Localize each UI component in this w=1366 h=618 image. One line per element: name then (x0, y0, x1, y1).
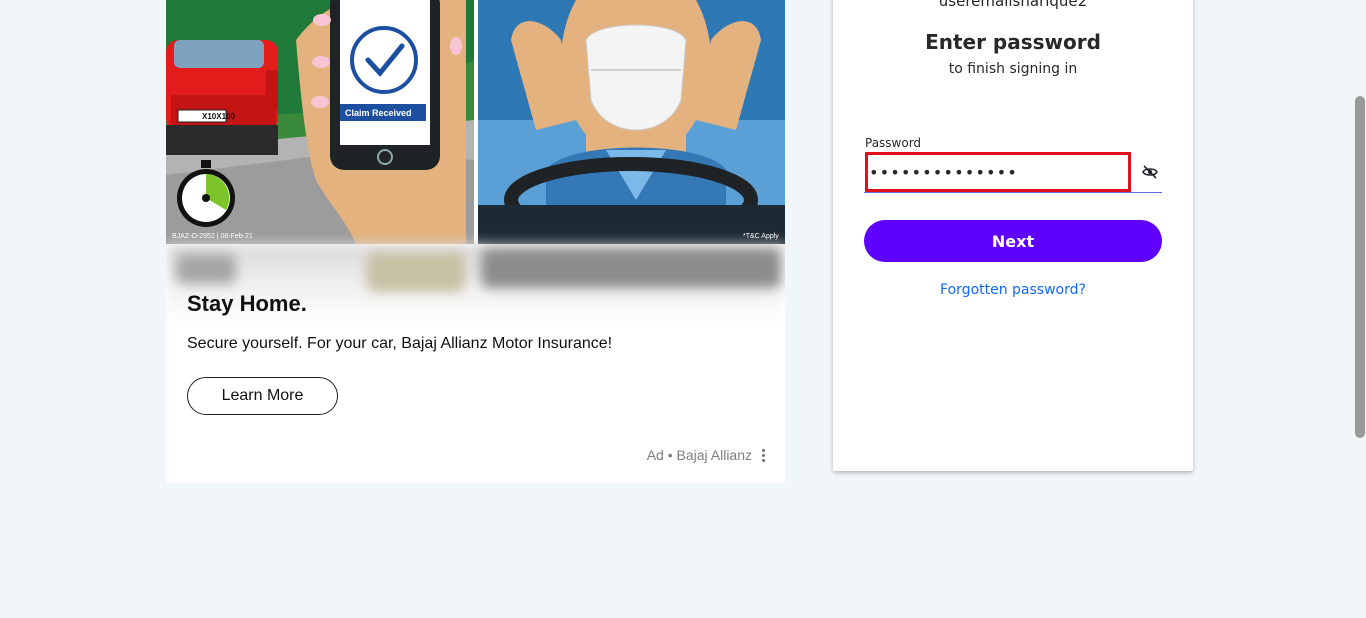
svg-text:*T&C Apply: *T&C Apply (743, 233, 779, 240)
learn-more-button[interactable]: Learn More (187, 377, 338, 415)
ad-description[interactable]: Secure yourself. For your car, Bajaj All… (187, 335, 612, 353)
car-illustration (166, 40, 278, 155)
eye-slash-icon[interactable] (1138, 160, 1162, 184)
forgot-password-link[interactable]: Forgotten password? (833, 282, 1193, 298)
page-subtitle: to finish signing in (948, 61, 1078, 77)
ad-card[interactable]: X10X100 Claim Received BJAZ-O-2952 | 08-… (166, 0, 785, 483)
username-display: useremailsharique2 (938, 0, 1088, 10)
ad-title[interactable]: Stay Home. (187, 291, 307, 317)
kebab-icon[interactable] (760, 448, 767, 462)
svg-text:X10X100: X10X100 (202, 112, 235, 121)
ad-sponsor-label: Ad • Bajaj Allianz (646, 447, 752, 463)
svg-text:BJAZ-O-2952 | 08-Feb-21: BJAZ-O-2952 | 08-Feb-21 (172, 233, 253, 240)
scrollbar-track[interactable] (1354, 0, 1366, 618)
ad-footer: Ad • Bajaj Allianz (647, 447, 767, 463)
svg-text:Claim Received: Claim Received (345, 108, 412, 118)
scrollbar-thumb[interactable] (1355, 96, 1365, 438)
password-field-wrapper (864, 152, 1162, 193)
password-input[interactable] (865, 152, 1131, 192)
password-label: Password (865, 136, 922, 150)
page-title: Enter password (925, 30, 1101, 54)
ad-banner-image[interactable]: X10X100 Claim Received BJAZ-O-2952 | 08-… (166, 0, 785, 244)
next-button[interactable]: Next (864, 220, 1162, 262)
login-card: useremailsharique2 Enter password to fin… (833, 0, 1193, 471)
